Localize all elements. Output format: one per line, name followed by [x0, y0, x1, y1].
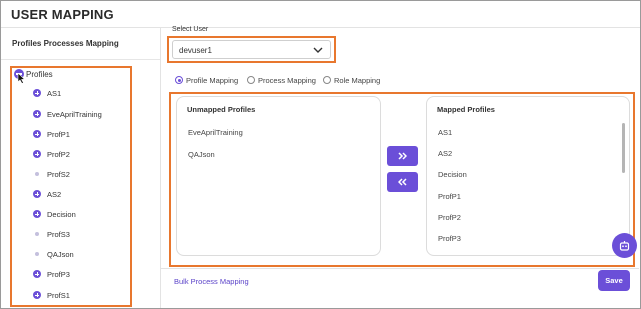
left-panel-header: Profiles Processes Mapping — [1, 28, 161, 60]
double-chevron-left-icon — [398, 178, 407, 186]
plus-circle-icon[interactable] — [33, 190, 41, 198]
mapped-row[interactable]: Decision — [438, 170, 467, 179]
mouse-cursor-icon — [17, 73, 26, 84]
tree-item[interactable]: QAJson — [33, 250, 129, 260]
vertical-divider — [160, 28, 161, 308]
tree-item[interactable]: ProfS3 — [33, 230, 129, 240]
plus-circle-icon[interactable] — [33, 110, 41, 118]
plus-circle-icon[interactable] — [33, 270, 41, 278]
tree-item[interactable]: EveAprilTraining — [33, 110, 129, 120]
tree-item[interactable]: Decision — [33, 210, 129, 220]
mapped-list-scrollbar[interactable] — [622, 123, 625, 173]
footer-divider — [161, 268, 639, 269]
select-user-label: Select User — [172, 26, 209, 33]
tree-item[interactable]: ProfP1 — [33, 130, 129, 140]
radio-button[interactable] — [323, 76, 331, 84]
radio-label: Profile Mapping — [186, 76, 239, 85]
tree-item-label: ProfS2 — [47, 170, 70, 179]
double-chevron-right-icon — [398, 152, 407, 160]
unmapped-row[interactable]: QAJson — [188, 150, 215, 159]
tree-item-label: EveAprilTraining — [47, 110, 102, 119]
dot-icon — [35, 232, 39, 236]
tree-item-label: AS1 — [47, 89, 62, 98]
radio-button[interactable] — [247, 76, 255, 84]
tree-item[interactable]: ProfP3 — [33, 270, 129, 280]
move-left-button[interactable] — [387, 172, 418, 192]
dot-icon — [35, 252, 39, 256]
select-user-dropdown[interactable]: devuser1 — [172, 40, 331, 59]
mapped-profiles-panel: Mapped Profiles AS1 AS2 Decision ProfP1 … — [426, 96, 630, 256]
unmapped-profiles-panel: Unmapped Profiles EveAprilTraining QAJso… — [176, 96, 381, 256]
plus-circle-icon[interactable] — [33, 130, 41, 138]
page-title: USER MAPPING — [11, 7, 114, 22]
move-right-button[interactable] — [387, 146, 418, 166]
dot-icon — [35, 172, 39, 176]
chevron-down-icon — [313, 47, 323, 53]
radio-label: Process Mapping — [258, 76, 316, 85]
select-user-value: devuser1 — [179, 46, 212, 55]
tree-item-label: ProfS3 — [47, 230, 70, 239]
tree-item-label: ProfP3 — [47, 270, 70, 279]
mapped-row[interactable]: ProfP3 — [438, 234, 461, 243]
tree-item[interactable]: AS2 — [33, 190, 129, 200]
tree-item-label: Decision — [47, 210, 76, 219]
plus-circle-icon[interactable] — [33, 291, 41, 299]
bulk-process-mapping-link[interactable]: Bulk Process Mapping — [174, 277, 249, 286]
tree-root-label: Profiles — [26, 70, 53, 79]
radio-label: Role Mapping — [334, 76, 381, 85]
select-user-highlight: devuser1 — [167, 36, 336, 63]
mapped-row[interactable]: AS1 — [438, 128, 452, 137]
chatbot-button[interactable] — [612, 233, 637, 258]
tree-item-label: ProfS1 — [47, 291, 70, 300]
tree-item[interactable]: ProfS2 — [33, 170, 129, 180]
mapped-row[interactable]: ProfP1 — [438, 192, 461, 201]
mapped-row[interactable]: AS2 — [438, 149, 452, 158]
tree-item[interactable]: AS1 — [33, 89, 129, 99]
tree-item[interactable]: ProfS1 — [33, 291, 129, 301]
save-button[interactable]: Save — [598, 270, 630, 291]
unmapped-row[interactable]: EveAprilTraining — [188, 128, 243, 137]
plus-circle-icon[interactable] — [33, 150, 41, 158]
tree-item-label: ProfP2 — [47, 150, 70, 159]
title-bar: USER MAPPING — [1, 1, 640, 28]
mapped-row[interactable]: ProfP2 — [438, 213, 461, 222]
left-panel-title: Profiles Processes Mapping — [12, 39, 119, 48]
robot-icon — [619, 241, 630, 251]
plus-circle-icon[interactable] — [33, 210, 41, 218]
tree-item-label: QAJson — [47, 250, 74, 259]
radio-button-checked[interactable] — [175, 76, 183, 84]
mapped-panel-title: Mapped Profiles — [437, 105, 495, 114]
tree-item-label: ProfP1 — [47, 130, 70, 139]
unmapped-panel-title: Unmapped Profiles — [187, 105, 256, 114]
tree-item[interactable]: ProfP2 — [33, 150, 129, 160]
plus-circle-icon[interactable] — [33, 89, 41, 97]
tree-item-label: AS2 — [47, 190, 62, 199]
